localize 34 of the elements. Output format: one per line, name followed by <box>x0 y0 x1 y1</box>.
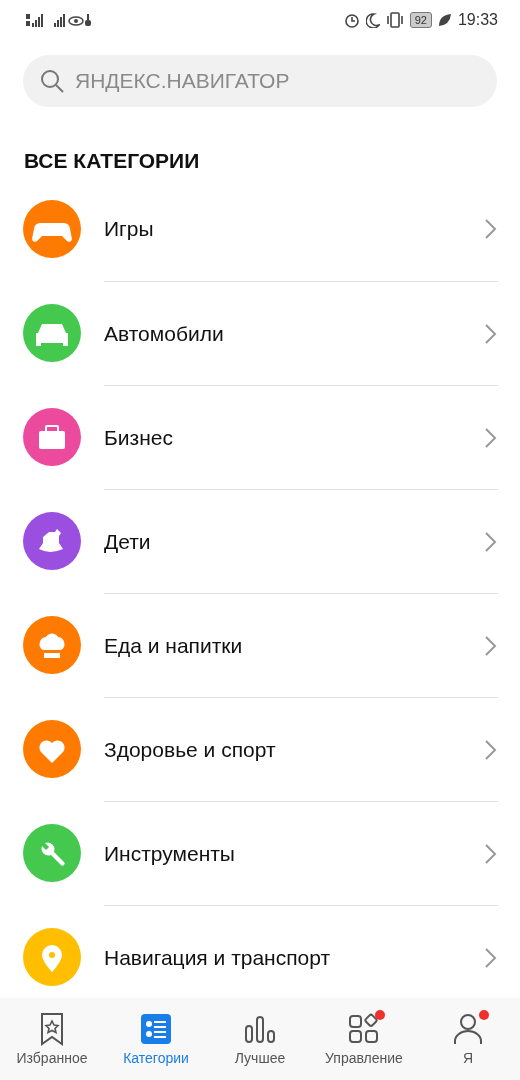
leaf-icon <box>437 13 452 27</box>
category-label[interactable]: Дети <box>104 529 151 554</box>
category-label[interactable]: Навигация и транспорт <box>104 945 331 970</box>
category-label[interactable]: Бизнес <box>104 425 173 450</box>
chevron-right-icon <box>484 426 498 449</box>
chevron-right-icon <box>484 946 498 969</box>
section-title: ВСЕ КАТЕГОРИИ <box>24 149 201 174</box>
chevron-right-icon <box>484 634 498 657</box>
clock-time: 19:33 <box>457 11 498 29</box>
vibrate-icon <box>385 11 404 29</box>
chevron-right-icon <box>484 530 498 553</box>
nav-tab[interactable]: Избранное <box>0 998 104 1080</box>
category-label[interactable]: Инструменты <box>104 841 235 866</box>
category-label[interactable]: Автомобили <box>104 321 224 346</box>
chevron-right-icon <box>484 738 498 761</box>
chevron-right-icon <box>484 218 498 240</box>
search-field[interactable]: ЯНДЕКС.НАВИГАТОР <box>23 55 497 107</box>
category-label[interactable]: Игры <box>104 217 154 241</box>
category-label[interactable]: Еда и напитки <box>104 633 243 658</box>
signal-icon <box>24 12 92 28</box>
person-icon <box>451 1012 485 1046</box>
moon-icon <box>365 12 380 28</box>
nav-tab[interactable]: Я <box>416 998 520 1080</box>
apps-icon <box>347 1012 381 1046</box>
nav-tab[interactable]: Управление <box>312 998 416 1080</box>
nav-tab[interactable]: Лучшее <box>208 998 312 1080</box>
category-label[interactable]: Здоровье и спорт <box>104 737 276 762</box>
nav-tab[interactable]: Категории <box>104 998 208 1080</box>
battery-level: 92 <box>409 12 432 28</box>
search-icon <box>39 68 65 94</box>
list-icon <box>139 1012 173 1046</box>
chevron-right-icon <box>484 322 498 345</box>
alarm-icon <box>343 11 360 29</box>
chevron-right-icon <box>484 842 498 865</box>
